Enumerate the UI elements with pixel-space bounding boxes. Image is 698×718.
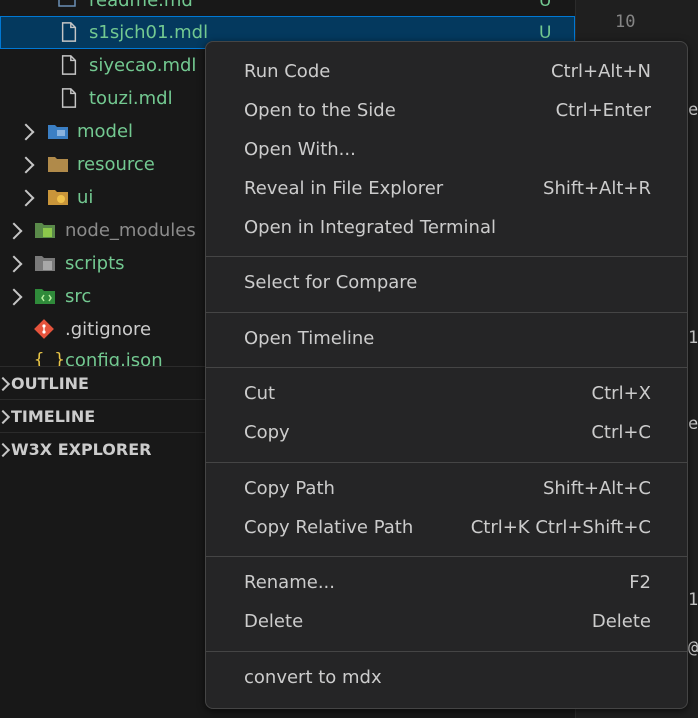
menu-item-copy-path[interactable]: Copy Path Shift+Alt+C <box>206 470 687 509</box>
menu-item-shortcut: Ctrl+C <box>591 422 651 443</box>
menu-item-label: Open in Integrated Terminal <box>244 217 496 238</box>
tree-item-label: siyecao.mdl <box>89 55 197 76</box>
menu-item-run-code[interactable]: Run Code Ctrl+Alt+N <box>206 53 687 92</box>
editor-text-fragment: @ <box>688 638 698 658</box>
chevron-right-icon[interactable] <box>5 288 23 306</box>
menu-item-open-in-terminal[interactable]: Open in Integrated Terminal <box>206 209 687 248</box>
menu-item-shortcut: F2 <box>629 572 651 593</box>
menu-separator <box>206 256 687 257</box>
tree-item-label: ui <box>77 187 94 208</box>
tree-item-readme[interactable]: readme.md U <box>0 0 575 17</box>
menu-item-label: Open Timeline <box>244 328 375 349</box>
menu-item-label: Delete <box>244 611 304 632</box>
menu-separator <box>206 651 687 652</box>
tree-item-label: resource <box>77 154 155 175</box>
section-title: W3X EXPLORER <box>11 439 152 459</box>
tree-item-label: s1sjch01.mdl <box>89 22 209 43</box>
menu-item-shortcut: Ctrl+X <box>591 383 651 404</box>
chevron-right-icon[interactable] <box>17 189 35 207</box>
chevron-right-icon[interactable] <box>5 255 23 273</box>
node-folder-icon <box>35 223 55 238</box>
section-title: OUTLINE <box>11 373 89 393</box>
menu-item-label: Select for Compare <box>244 272 418 293</box>
menu-item-copy-relative-path[interactable]: Copy Relative Path Ctrl+K Ctrl+Shift+C <box>206 509 687 548</box>
git-icon <box>34 319 54 339</box>
chevron-right-icon[interactable] <box>17 123 35 141</box>
file-icon <box>61 55 77 75</box>
menu-item-label: Copy Path <box>244 478 335 499</box>
line-number: 10 <box>615 12 636 32</box>
menu-item-label: Copy Relative Path <box>244 517 414 538</box>
menu-item-open-timeline[interactable]: Open Timeline <box>206 320 687 359</box>
section-title: TIMELINE <box>11 406 96 426</box>
menu-item-shortcut: Shift+Alt+R <box>543 178 651 199</box>
git-status-badge: U <box>539 0 552 11</box>
menu-item-label: Rename... <box>244 572 335 593</box>
markdown-file-icon <box>58 0 76 7</box>
model-folder-icon <box>48 125 68 139</box>
menu-item-copy[interactable]: Copy Ctrl+C <box>206 414 687 453</box>
menu-item-shortcut: Ctrl+Alt+N <box>550 61 651 82</box>
menu-item-label: Run Code <box>244 61 331 82</box>
chevron-right-icon <box>0 409 11 425</box>
menu-separator <box>206 462 687 463</box>
tree-item-label: .gitignore <box>65 319 152 340</box>
editor-text-fragment: e <box>688 414 698 434</box>
menu-item-rename[interactable]: Rename... F2 <box>206 564 687 603</box>
editor-text-fragment: 1 <box>688 328 698 348</box>
editor-text-fragment: e <box>688 100 698 120</box>
tree-item-label: src <box>65 286 92 307</box>
menu-item-shortcut: Delete <box>591 611 651 632</box>
menu-item-shortcut: Ctrl+Enter <box>555 100 651 121</box>
menu-separator <box>206 312 687 313</box>
menu-item-open-with[interactable]: Open With... <box>206 131 687 170</box>
menu-item-label: Reveal in File Explorer <box>244 178 444 199</box>
chevron-right-icon[interactable] <box>5 222 23 240</box>
git-status-badge: U <box>539 22 552 43</box>
menu-item-reveal-in-explorer[interactable]: Reveal in File Explorer Shift+Alt+R <box>206 170 687 209</box>
tree-item-label: node_modules <box>65 220 196 241</box>
tree-item-label: scripts <box>65 253 125 274</box>
tree-item-label: touzi.mdl <box>89 88 173 109</box>
menu-item-delete[interactable]: Delete Delete <box>206 603 687 642</box>
src-folder-icon <box>35 289 55 304</box>
menu-item-label: Copy <box>244 422 290 443</box>
menu-item-label: convert to mdx <box>244 667 382 688</box>
chevron-right-icon[interactable] <box>17 156 35 174</box>
menu-item-label: Open With... <box>244 139 356 160</box>
menu-item-label: Cut <box>244 383 276 404</box>
menu-item-shortcut: Ctrl+K Ctrl+Shift+C <box>470 517 651 538</box>
menu-separator <box>206 367 687 368</box>
scripts-folder-icon <box>35 256 55 271</box>
folder-icon <box>48 157 68 172</box>
tree-item-label: config.json <box>65 350 163 366</box>
menu-item-convert-to-mdx[interactable]: convert to mdx <box>206 659 687 698</box>
tree-item-label: model <box>77 121 134 142</box>
editor-text-fragment: 1 <box>688 590 698 610</box>
file-icon <box>61 88 77 108</box>
chevron-right-icon <box>0 376 11 392</box>
menu-separator <box>206 556 687 557</box>
menu-item-cut[interactable]: Cut Ctrl+X <box>206 375 687 414</box>
menu-item-open-to-side[interactable]: Open to the Side Ctrl+Enter <box>206 92 687 131</box>
menu-item-label: Open to the Side <box>244 100 396 121</box>
menu-item-select-for-compare[interactable]: Select for Compare <box>206 264 687 303</box>
ui-folder-icon <box>48 190 68 205</box>
menu-item-shortcut: Shift+Alt+C <box>542 478 651 499</box>
chevron-right-icon <box>0 442 11 458</box>
file-icon <box>61 22 77 42</box>
json-icon: { } <box>34 350 65 366</box>
tree-item-label: readme.md <box>89 0 193 11</box>
context-menu: Run Code Ctrl+Alt+N Open to the Side Ctr… <box>205 41 688 709</box>
